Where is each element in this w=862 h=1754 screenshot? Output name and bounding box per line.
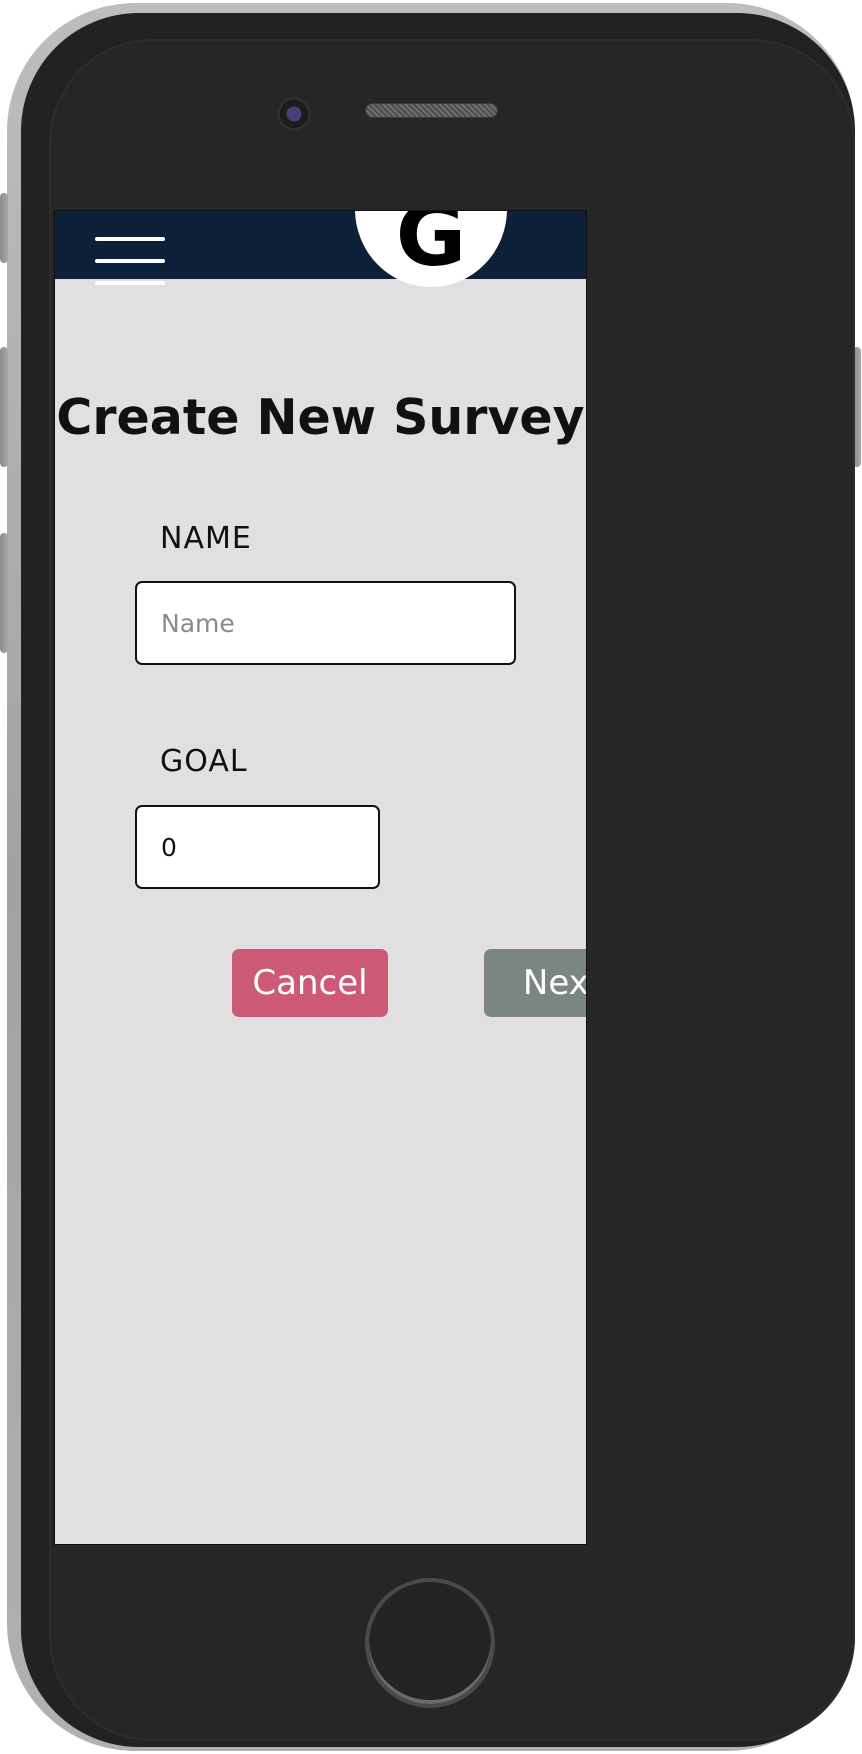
hamburger-line <box>95 237 165 241</box>
goal-label: GOAL <box>160 744 248 779</box>
name-input[interactable] <box>135 581 516 665</box>
phone-volume-up-button <box>0 347 8 467</box>
goal-input[interactable] <box>135 805 380 889</box>
front-camera <box>277 97 311 131</box>
hamburger-line <box>95 281 165 285</box>
next-button[interactable]: Next <box>484 949 586 1017</box>
app-logo[interactable]: G <box>355 210 507 287</box>
phone-volume-down-button <box>0 533 8 653</box>
cancel-button[interactable]: Cancel <box>232 949 388 1017</box>
hamburger-line <box>95 259 165 263</box>
name-label: NAME <box>160 521 252 556</box>
hamburger-menu-icon[interactable] <box>95 237 165 285</box>
home-button[interactable] <box>365 1578 495 1708</box>
app-header: G <box>55 211 586 287</box>
logo-letter: G <box>395 210 467 286</box>
phone-mute-switch <box>0 193 8 263</box>
earpiece-speaker <box>365 103 498 118</box>
app-screen: G Create New Survey NAME GOAL Cancel Nex… <box>54 210 587 1545</box>
page-title: Create New Survey <box>56 389 585 446</box>
